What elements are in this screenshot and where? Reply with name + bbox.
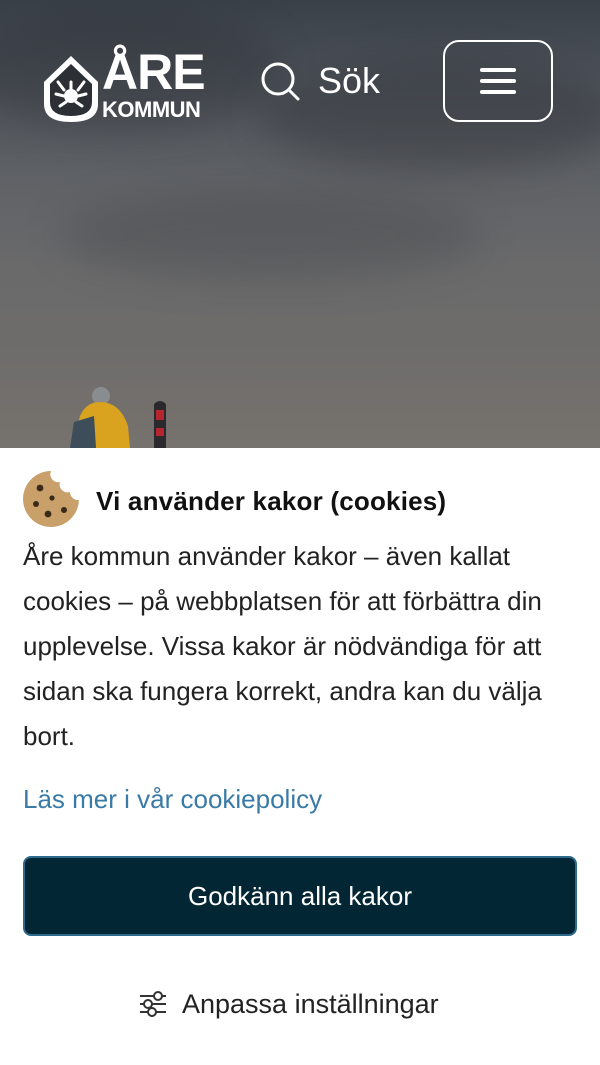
cookie-policy-link[interactable]: Läs mer i vår cookiepolicy — [23, 784, 322, 815]
sliders-icon — [140, 991, 166, 1017]
accept-all-cookies-button[interactable]: Godkänn alla kakor — [23, 856, 577, 936]
customize-settings-button[interactable]: Anpassa inställningar — [138, 982, 439, 1026]
are-kommun-logo[interactable]: ÅRE KOMMUN — [44, 42, 220, 124]
cookie-icon — [23, 471, 79, 527]
search-icon — [261, 62, 300, 101]
search-button[interactable]: Sök — [260, 58, 380, 104]
logo-text-are: ÅRE — [102, 44, 206, 100]
hamburger-menu-icon — [480, 68, 516, 94]
cookie-banner-title: Vi använder kakor (cookies) — [96, 486, 447, 516]
search-label: Sök — [318, 60, 381, 101]
customize-settings-label: Anpassa inställningar — [182, 988, 439, 1019]
skier-figure — [70, 387, 130, 448]
site-header: ÅRE KOMMUN Sök — [0, 0, 600, 130]
cookie-banner-text: Åre kommun använder kakor – även kallat … — [23, 541, 542, 751]
ski-figure — [154, 401, 166, 448]
cookie-banner: Vi använder kakor (cookies) Åre kommun a… — [0, 448, 600, 1065]
logo-text-kommun: KOMMUN — [102, 97, 201, 122]
menu-button[interactable] — [443, 40, 553, 122]
antler-shield-icon — [44, 56, 98, 122]
